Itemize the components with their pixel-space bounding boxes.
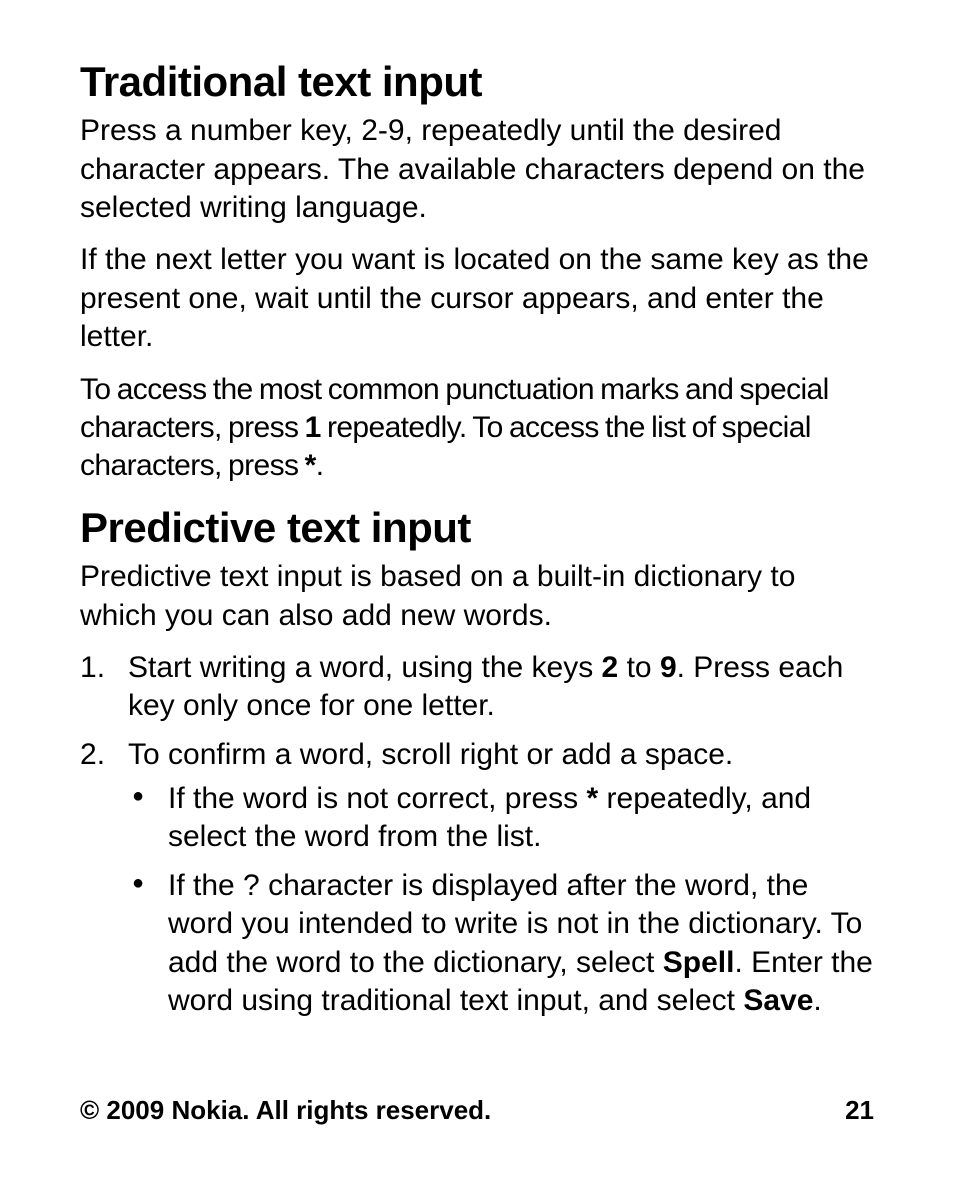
document-page: Traditional text input Press a number ke…	[0, 0, 954, 1180]
text-run: to	[618, 651, 660, 684]
list-item: If the ? character is displayed after th…	[128, 867, 874, 1021]
text-run: .	[316, 449, 324, 482]
action-label: Save	[743, 984, 813, 1017]
key-label: 1	[305, 411, 321, 444]
key-label: *	[587, 782, 599, 815]
list-item: If the word is not correct, press * repe…	[128, 780, 874, 857]
list-item: To confirm a word, scroll right or add a…	[80, 736, 874, 1021]
text-run: .	[813, 984, 821, 1017]
copyright-text: © 2009 Nokia. All rights reserved.	[80, 1095, 491, 1126]
body-paragraph: Predictive text input is based on a buil…	[80, 558, 874, 635]
body-paragraph: To access the most common punctuation ma…	[80, 371, 874, 486]
body-paragraph: If the next letter you want is located o…	[80, 241, 874, 356]
heading-traditional: Traditional text input	[80, 58, 874, 106]
key-label: 9	[660, 651, 677, 684]
body-paragraph: Press a number key, 2-9, repeatedly unti…	[80, 112, 874, 227]
text-run: If the word is not correct, press	[168, 782, 587, 815]
text-run: To confirm a word, scroll right or add a…	[128, 738, 733, 771]
key-label: 2	[602, 651, 619, 684]
heading-predictive: Predictive text input	[80, 504, 874, 552]
list-item: Start writing a word, using the keys 2 t…	[80, 649, 874, 726]
page-footer: © 2009 Nokia. All rights reserved. 21	[80, 1095, 874, 1126]
key-label: *	[305, 449, 316, 482]
page-number: 21	[845, 1095, 874, 1126]
text-run: Start writing a word, using the keys	[128, 651, 602, 684]
bullet-list: If the word is not correct, press * repe…	[128, 780, 874, 1020]
numbered-list: Start writing a word, using the keys 2 t…	[80, 649, 874, 1021]
action-label: Spell	[663, 946, 735, 979]
